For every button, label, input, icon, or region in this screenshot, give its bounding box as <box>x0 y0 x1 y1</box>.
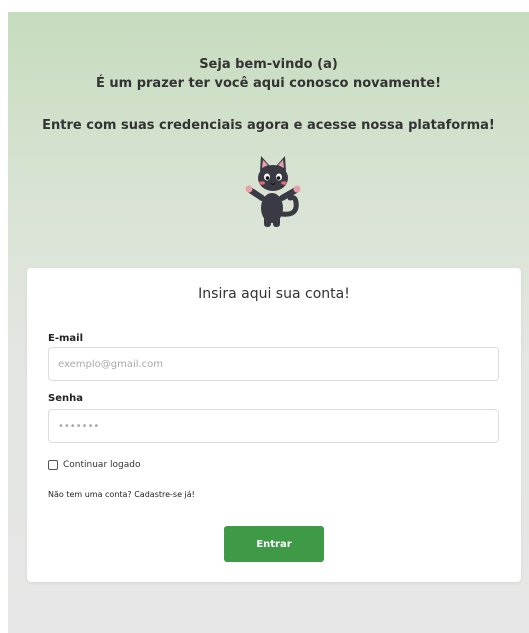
password-input[interactable] <box>48 409 499 443</box>
login-button[interactable]: Entrar <box>224 526 324 562</box>
remember-label: Continuar logado <box>63 460 141 470</box>
password-label: Senha <box>48 393 83 404</box>
login-page: Seja bem-vindo (a) É um prazer ter você … <box>8 12 529 633</box>
welcome-instructions: Entre com suas credenciais agora e acess… <box>42 118 495 133</box>
login-card: Insira aqui sua conta! E-mail Senha Cont… <box>27 268 521 582</box>
welcome-heading: Seja bem-vindo (a) <box>199 57 338 72</box>
login-title: Insira aqui sua conta! <box>198 286 350 302</box>
remember-me[interactable]: Continuar logado <box>48 460 140 470</box>
cat-mascot-icon <box>245 156 301 227</box>
email-label: E-mail <box>48 333 84 344</box>
signup-link[interactable]: Não tem uma conta? Cadastre-se já! <box>48 490 195 499</box>
remember-checkbox[interactable] <box>48 460 58 470</box>
welcome-subheading: É um prazer ter você aqui conosco novame… <box>95 76 441 91</box>
email-input[interactable] <box>48 347 499 381</box>
